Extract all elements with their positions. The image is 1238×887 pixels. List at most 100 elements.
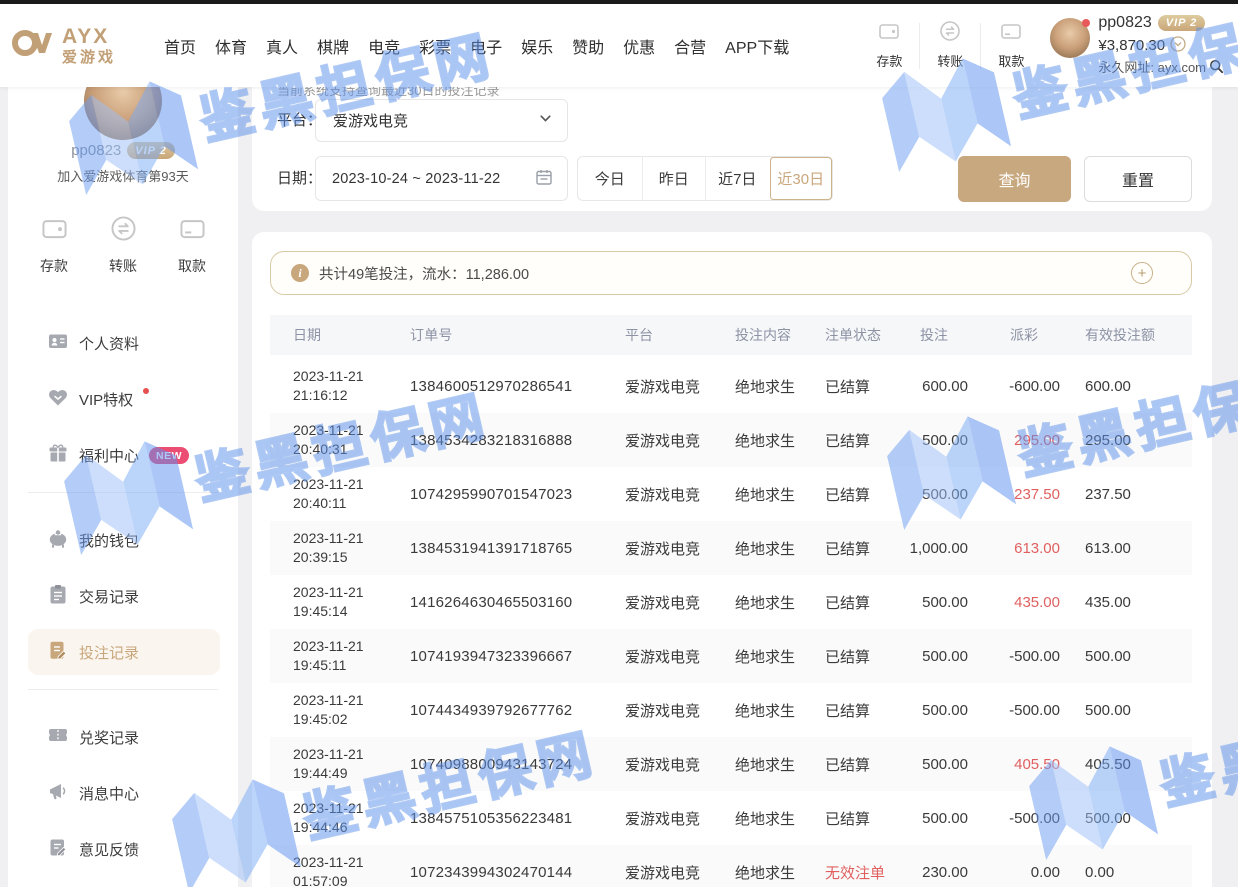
cell-date: 2023-11-2120:40:11 bbox=[270, 475, 405, 513]
cell-order-number: 1074193947323396667 bbox=[405, 648, 615, 665]
range-7days-button[interactable]: 近7日 bbox=[705, 157, 769, 200]
col-header-platform: 平台 bbox=[615, 325, 725, 345]
cell-bet-amount: 230.00 bbox=[908, 864, 998, 881]
transfer-button[interactable]: 转账 bbox=[927, 20, 973, 71]
cell-date: 2023-11-2121:16:12 bbox=[270, 367, 405, 405]
deposit-button[interactable]: 存款 bbox=[866, 20, 912, 71]
bet-records-page: 当前系统支持查询最近30日的投注记录 平台： 爱游戏电竞 日期： 2023-10… bbox=[252, 87, 1212, 887]
cell-valid-amount: 405.50 bbox=[1085, 756, 1192, 773]
withdraw-button[interactable]: 取款 bbox=[988, 20, 1034, 71]
cell-bet-amount: 500.00 bbox=[908, 594, 998, 611]
sidebar-deposit-button[interactable]: 存款 bbox=[40, 215, 68, 276]
table-row: 2023-11-2119:45:02 1074434939792677762 爱… bbox=[270, 683, 1192, 737]
deposit-icon bbox=[866, 20, 912, 47]
table-row: 2023-11-2119:45:11 1074193947323396667 爱… bbox=[270, 629, 1192, 683]
range-today-button[interactable]: 今日 bbox=[578, 157, 642, 200]
brand-name: AYX bbox=[62, 26, 116, 47]
sidebar-item-redeem[interactable]: 兑奖记录 bbox=[8, 714, 238, 760]
sidebar-item-feedback[interactable]: 意见反馈 bbox=[8, 826, 238, 872]
cell-platform: 爱游戏电竞 bbox=[615, 646, 725, 667]
cell-payout: -500.00 bbox=[998, 648, 1085, 665]
range-yesterday-button[interactable]: 昨日 bbox=[642, 157, 706, 200]
sidebar-item-bet-records[interactable]: 投注记录 bbox=[28, 629, 220, 675]
cell-order-number: 1074098800943143724 bbox=[405, 756, 615, 773]
cell-bet-amount: 500.00 bbox=[908, 648, 998, 665]
user-avatar[interactable] bbox=[1050, 18, 1090, 58]
cell-bet-amount: 500.00 bbox=[908, 756, 998, 773]
cell-bet-content: 绝地求生 bbox=[725, 592, 813, 613]
browser-top-strip bbox=[0, 0, 1238, 4]
cell-order-number: 1416264630465503160 bbox=[405, 594, 615, 611]
nav-item-chess[interactable]: 棋牌 bbox=[317, 34, 349, 58]
cell-bet-content: 绝地求生 bbox=[725, 538, 813, 559]
vip-red-dot bbox=[143, 388, 149, 394]
info-icon: i bbox=[291, 264, 309, 282]
cell-date: 2023-11-2119:44:46 bbox=[270, 799, 405, 837]
nav-item-esports[interactable]: 电竞 bbox=[368, 34, 400, 58]
sidebar-item-vip[interactable]: VIP特权 bbox=[8, 376, 238, 422]
cell-platform: 爱游戏电竞 bbox=[615, 430, 725, 451]
nav-item-slots[interactable]: 电子 bbox=[470, 34, 502, 58]
summary-text: 共计49笔投注，流水：11,286.00 bbox=[319, 263, 529, 284]
nav-item-promo[interactable]: 优惠 bbox=[623, 34, 655, 58]
filter-panel: 当前系统支持查询最近30日的投注记录 平台： 爱游戏电竞 日期： 2023-10… bbox=[252, 87, 1212, 211]
cell-valid-amount: 295.00 bbox=[1085, 432, 1192, 449]
sidebar-item-transactions[interactable]: 交易记录 bbox=[8, 573, 238, 619]
cell-order-number: 1384531941391718765 bbox=[405, 540, 615, 557]
cell-bet-amount: 1,000.00 bbox=[908, 540, 998, 557]
date-range-input[interactable]: 2023-10-24 ~ 2023-11-22 bbox=[315, 156, 568, 201]
cell-platform: 爱游戏电竞 bbox=[615, 808, 725, 829]
nav-item-lottery[interactable]: 彩票 bbox=[419, 34, 451, 58]
sidebar-item-messages[interactable]: 消息中心 bbox=[8, 770, 238, 816]
join-days-text: 加入爱游戏体育第93天 bbox=[8, 166, 238, 185]
platform-select[interactable]: 爱游戏电竞 bbox=[315, 99, 568, 142]
sidebar-item-welfare[interactable]: 福利中心 NEW bbox=[8, 432, 238, 478]
clipboard-icon bbox=[47, 583, 69, 610]
nav-item-sponsor[interactable]: 赞助 bbox=[572, 34, 604, 58]
platform-selected-value: 爱游戏电竞 bbox=[333, 110, 538, 131]
col-header-content: 投注内容 bbox=[725, 325, 813, 345]
col-header-status: 注单状态 bbox=[813, 325, 908, 345]
brand-logo[interactable]: AYX 爱游戏 bbox=[12, 25, 164, 66]
nav-item-live[interactable]: 真人 bbox=[266, 34, 298, 58]
cell-bet-amount: 500.00 bbox=[908, 810, 998, 827]
cell-bet-content: 绝地求生 bbox=[725, 862, 813, 883]
col-header-payout: 派彩 bbox=[998, 325, 1085, 345]
range-30days-button[interactable]: 近30日 bbox=[769, 157, 833, 200]
refresh-balance-icon[interactable] bbox=[1170, 36, 1186, 55]
sidebar-item-profile[interactable]: 个人资料 bbox=[8, 320, 238, 366]
date-quick-ranges: 今日 昨日 近7日 近30日 bbox=[577, 156, 833, 201]
cell-bet-content: 绝地求生 bbox=[725, 376, 813, 397]
cell-bet-content: 绝地求生 bbox=[725, 484, 813, 505]
nav-item-home[interactable]: 首页 bbox=[164, 34, 196, 58]
cell-bet-content: 绝地求生 bbox=[725, 646, 813, 667]
brand-name-cn: 爱游戏 bbox=[62, 50, 116, 65]
cell-platform: 爱游戏电竞 bbox=[615, 484, 725, 505]
cell-bet-amount: 500.00 bbox=[908, 432, 998, 449]
bet-records-table-card: i 共计49笔投注，流水：11,286.00 + 日期 订单号 平台 投注内容 … bbox=[252, 232, 1212, 887]
new-badge: NEW bbox=[149, 447, 189, 464]
nav-item-partner[interactable]: 合营 bbox=[674, 34, 706, 58]
reset-button[interactable]: 重置 bbox=[1084, 156, 1192, 202]
nav-item-sports[interactable]: 体育 bbox=[215, 34, 247, 58]
deposit-icon bbox=[40, 215, 68, 247]
expand-plus-icon[interactable]: + bbox=[1131, 262, 1153, 284]
query-button[interactable]: 查询 bbox=[958, 156, 1071, 202]
username[interactable]: pp0823 bbox=[1098, 15, 1151, 31]
cell-status: 已结算 bbox=[813, 538, 908, 559]
cell-platform: 爱游戏电竞 bbox=[615, 862, 725, 883]
vip-badge: VIP 2 bbox=[1158, 15, 1206, 31]
user-account-area: pp0823 VIP 2 ¥3,870.30 永久网址: ayx.com bbox=[1050, 15, 1224, 76]
sidebar-transfer-button[interactable]: 转账 bbox=[109, 215, 137, 276]
table-row: 2023-11-2119:44:46 1384575105356223481 爱… bbox=[270, 791, 1192, 845]
search-icon[interactable] bbox=[1209, 59, 1224, 76]
sidebar-item-wallet[interactable]: 我的钱包 bbox=[8, 517, 238, 563]
cell-bet-content: 绝地求生 bbox=[725, 700, 813, 721]
nav-item-entertainment[interactable]: 娱乐 bbox=[521, 34, 553, 58]
cell-status: 已结算 bbox=[813, 700, 908, 721]
cell-date: 2023-11-2120:39:15 bbox=[270, 529, 405, 567]
ayx-logo-icon bbox=[12, 25, 56, 66]
nav-item-app-download[interactable]: APP下载 bbox=[725, 34, 789, 58]
sidebar-withdraw-button[interactable]: 取款 bbox=[178, 215, 206, 276]
table-row: 2023-11-2119:45:14 1416264630465503160 爱… bbox=[270, 575, 1192, 629]
